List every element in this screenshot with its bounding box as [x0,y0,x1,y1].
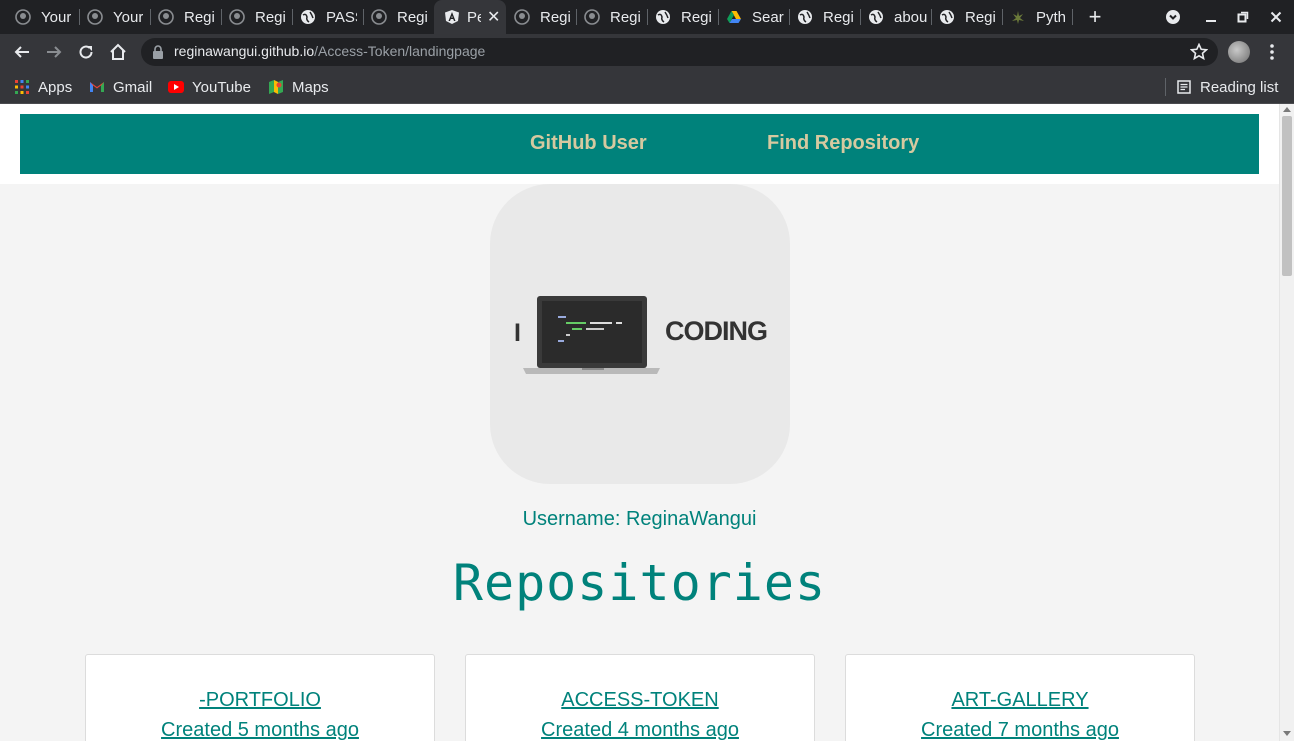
bookmark-gmail[interactable]: Gmail [89,70,152,104]
apps-grid-icon [14,79,30,95]
browser-tab[interactable]: Regi [576,0,647,34]
reload-icon [79,45,93,59]
username-label: Username: ReginaWangui [522,508,757,530]
browser-tab[interactable]: Sear [718,0,789,34]
browser-tab[interactable]: Regi [789,0,860,34]
repositories-heading: Repositories [452,554,827,612]
globe-icon [655,9,671,25]
url-text: reginawangui.github.io/Access-Token/land… [174,43,485,59]
restore-icon [1237,11,1249,23]
repo-created-link[interactable]: Created 5 months ago [86,719,434,741]
angular-icon [444,9,460,25]
github-icon [158,9,174,25]
avatar-text-i: I [514,319,521,347]
home-button[interactable] [102,34,134,70]
bookmark-apps[interactable]: Apps [14,70,72,104]
nav-github-user[interactable]: GitHub User [530,132,647,155]
github-icon [15,9,31,25]
reload-button[interactable] [70,34,102,70]
globe-icon [939,9,955,25]
bookmark-label: Apps [38,78,73,96]
repo-created-link[interactable]: Created 4 months ago [466,719,814,741]
browser-tab[interactable]: PASS [285,0,357,34]
browser-tab[interactable]: Regi [931,0,1002,34]
repo-name-link[interactable]: ACCESS-TOKEN [466,689,814,712]
repo-created-link[interactable]: Created 7 months ago [846,719,1194,741]
google-drive-icon [726,9,742,25]
more-vert-icon [1270,44,1274,60]
browser-toolbar: reginawangui.github.io/Access-Token/land… [0,34,1294,70]
minimize-button[interactable] [1195,0,1227,34]
tab-search-button[interactable] [1157,0,1189,34]
browser-tab[interactable]: abou [860,0,931,34]
back-button[interactable] [6,34,38,70]
url-path: /Access-Token/landingpage [314,43,486,59]
globe-icon [300,9,316,25]
page-scrollbar[interactable] [1279,104,1294,741]
page-viewport: GitHub User Find Repository I CODING Use… [0,104,1279,741]
bookmark-star-icon[interactable] [1190,43,1208,61]
user-avatar: I CODING [490,184,790,484]
menu-button[interactable] [1262,34,1282,70]
browser-tab[interactable]: Regi [143,0,218,34]
repo-name-link[interactable]: -PORTFOLIO [86,689,434,712]
repo-card: ART-GALLERY Created 7 months ago [845,654,1195,741]
close-tab-icon[interactable]: ✕ [487,7,500,27]
browser-tab[interactable]: Regi [647,0,718,34]
tab-separator [1072,9,1073,25]
browser-tab[interactable]: Regi [356,0,431,34]
github-icon [87,9,103,25]
avatar-text-coding: CODING [665,316,768,346]
restore-button[interactable] [1227,0,1259,34]
bookmarks-separator [1165,78,1166,96]
tab-strip: Your Your Regi Regi PASS Regi Pe ✕ Regi … [0,0,1294,34]
lock-icon [153,45,163,59]
repo-card: ACCESS-TOKEN Created 4 months ago [465,654,815,741]
tab-search-icon [1166,10,1180,24]
globe-icon [868,9,884,25]
forward-button[interactable] [38,34,70,70]
browser-tab[interactable]: Pyth [1002,0,1072,34]
repo-name-link[interactable]: ART-GALLERY [846,689,1194,712]
scroll-down-arrow-icon[interactable] [1283,731,1291,736]
home-icon [110,43,126,60]
url-host: reginawangui.github.io [174,43,315,59]
browser-tab-active[interactable]: Pe ✕ [434,0,506,34]
browser-tab[interactable]: Your [0,0,75,34]
scrollbar-thumb[interactable] [1282,116,1292,276]
browser-tab[interactable]: Regi [506,0,578,34]
arrow-right-icon [47,46,62,58]
browser-tab[interactable]: Regi [214,0,289,34]
bookmark-label: Gmail [113,78,153,96]
close-icon [1270,11,1282,23]
browser-tab[interactable]: Your [72,0,147,34]
maps-icon [268,79,284,95]
github-icon [229,9,245,25]
repo-card: -PORTFOLIO Created 5 months ago [85,654,435,741]
reading-list-label: Reading list [1200,78,1279,96]
bookmarks-bar: Apps Gmail YouTube Maps Reading list [0,70,1294,104]
github-icon [584,9,600,25]
profile-avatar[interactable] [1228,41,1250,63]
minimize-icon [1206,20,1216,22]
bookmark-maps[interactable]: Maps [268,70,329,104]
arrow-left-icon [14,46,29,58]
nav-find-repository[interactable]: Find Repository [767,132,919,155]
site-navbar: GitHub User Find Repository [20,114,1259,174]
youtube-icon [168,79,184,95]
reading-list-icon [1176,79,1192,95]
address-bar[interactable]: reginawangui.github.io/Access-Token/land… [141,38,1218,66]
bookmark-label: YouTube [192,78,251,96]
bookmark-label: Maps [292,78,329,96]
reading-list-button[interactable]: Reading list [1176,70,1278,104]
scroll-up-arrow-icon[interactable] [1283,107,1291,112]
github-icon [514,9,530,25]
globe-icon [797,9,813,25]
github-icon [371,9,387,25]
gmail-icon [89,79,105,95]
bookmark-youtube[interactable]: YouTube [168,70,251,104]
new-tab-button[interactable]: + [1082,0,1108,34]
python-icon [1010,9,1026,25]
close-window-button[interactable] [1260,0,1292,34]
